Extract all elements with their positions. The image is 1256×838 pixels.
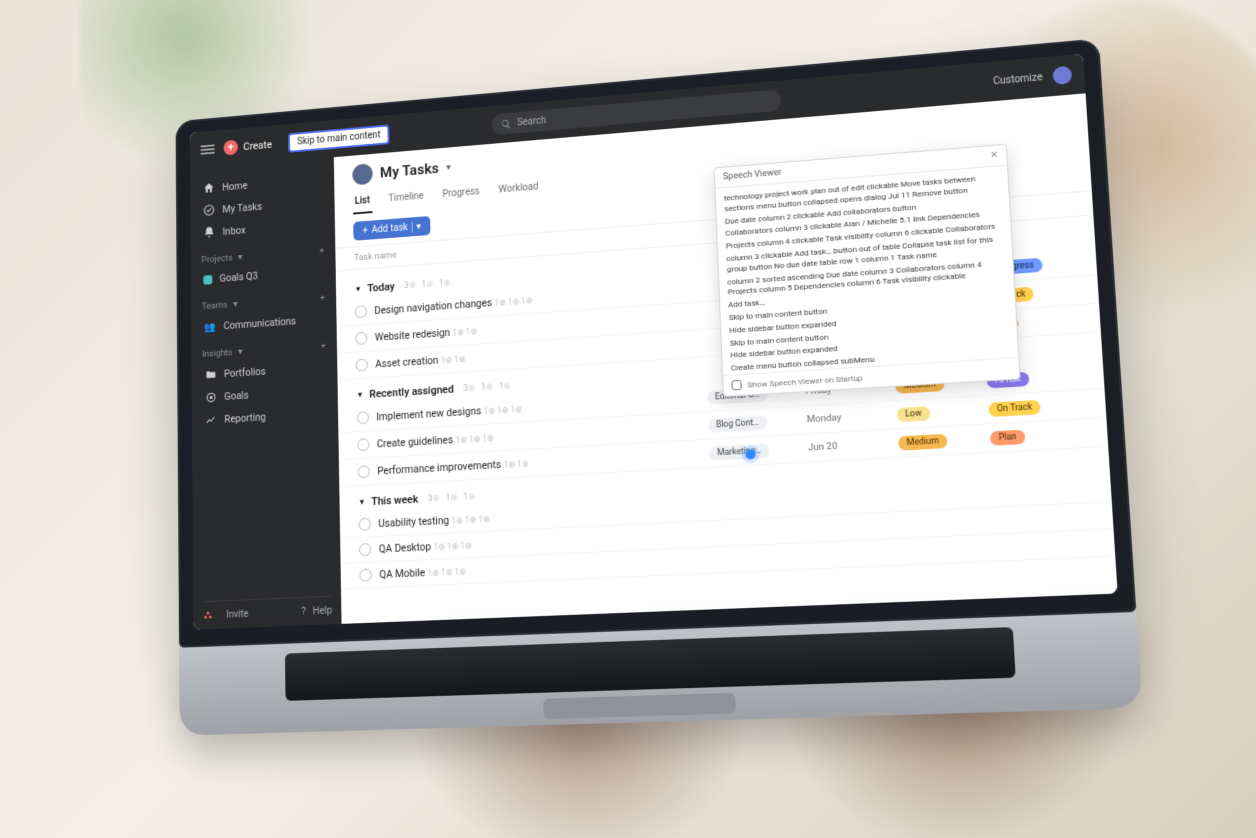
collapse-icon: ▼: [358, 498, 366, 507]
sidebar-item-label: Goals Q3: [219, 270, 257, 285]
hamburger-icon[interactable]: [200, 144, 214, 154]
task-project: [711, 503, 802, 507]
sidebar-item-label: My Tasks: [222, 200, 262, 215]
folder-icon: [204, 367, 217, 381]
complete-checkbox[interactable]: [355, 305, 367, 318]
project-color-swatch: [203, 274, 212, 284]
laptop: + Create Skip to main content Search Cus…: [176, 38, 1143, 735]
skip-to-main-content[interactable]: Skip to main content: [288, 124, 390, 152]
task-stage: [996, 543, 1092, 547]
search-icon: [501, 118, 512, 129]
complete-checkbox[interactable]: [359, 543, 371, 556]
complete-checkbox[interactable]: [358, 465, 370, 478]
section-title: Recently assigned: [369, 383, 454, 401]
team-icon: 👥: [204, 319, 217, 333]
sidebar-item-label: Inbox: [223, 223, 246, 237]
speech-viewer-footer-label: Show Speech Viewer on Startup: [747, 373, 862, 389]
collapse-icon: ▼: [356, 390, 364, 399]
task-due-date: Jun 20: [808, 438, 891, 454]
search-placeholder: Search: [517, 115, 546, 128]
tab-timeline[interactable]: Timeline: [386, 185, 426, 212]
profile-avatar[interactable]: [352, 163, 373, 185]
complete-checkbox[interactable]: [357, 438, 369, 451]
sidebar-item-label: Communications: [223, 314, 296, 331]
home-icon: [203, 181, 216, 195]
create-button[interactable]: + Create: [224, 137, 273, 156]
show-on-startup-checkbox[interactable]: [731, 380, 741, 391]
task-due-date: [812, 525, 894, 529]
bell-icon: [203, 225, 216, 239]
task-due-date: Monday: [807, 409, 889, 425]
complete-checkbox[interactable]: [356, 358, 368, 371]
asana-logo-icon: [202, 609, 213, 621]
sidebar: Home My Tasks Inbox Projects ▾ +: [190, 157, 342, 629]
chevron-down-icon[interactable]: ▾: [238, 252, 242, 263]
task-priority: Low: [897, 402, 981, 422]
section-title: This week: [371, 493, 418, 508]
help-icon: ?: [298, 606, 309, 618]
target-icon: [204, 390, 217, 404]
sidebar-item-label: Portfolios: [224, 365, 266, 380]
chart-icon: [204, 413, 217, 427]
help-button[interactable]: ? Help: [298, 605, 332, 618]
chevron-down-icon[interactable]: ▾: [446, 162, 451, 173]
complete-checkbox[interactable]: [359, 569, 371, 582]
sidebar-item-label: Reporting: [224, 410, 265, 425]
check-circle-icon: [203, 203, 216, 217]
sidebar-team-item[interactable]: 👥 Communications: [200, 307, 327, 338]
sidebar-item-label: Home: [222, 179, 247, 193]
section-title: Today: [367, 280, 395, 294]
speech-viewer-window[interactable]: Speech Viewer ✕ technology project work …: [714, 144, 1021, 397]
section-meta: 3⊕1⊕1⊕: [404, 278, 451, 291]
plus-icon: +: [363, 225, 368, 236]
sidebar-project-item[interactable]: Goals Q3: [200, 260, 327, 291]
complete-checkbox[interactable]: [355, 332, 367, 345]
customize-button[interactable]: Customize: [993, 72, 1043, 87]
screen-bezel: + Create Skip to main content Search Cus…: [176, 38, 1137, 647]
task-priority: [901, 494, 985, 498]
collapse-icon: ▼: [354, 285, 361, 294]
task-stage: [995, 516, 1091, 520]
chevron-down-icon[interactable]: ▾: [416, 221, 421, 232]
plus-icon: +: [224, 140, 238, 156]
add-insight-button[interactable]: +: [321, 341, 326, 352]
sidebar-item-label: Goals: [224, 388, 248, 402]
invite-button[interactable]: Invite: [226, 609, 248, 621]
section-meta: 3⊕1⊕1⊕: [428, 491, 476, 503]
task-priority: Medium: [898, 431, 982, 451]
sidebar-footer: Invite ? Help: [202, 596, 332, 622]
section-meta: 3⊕1⊕1⊕: [463, 381, 511, 394]
task-priority: [904, 548, 988, 552]
speech-viewer-title: Speech Viewer: [723, 168, 782, 182]
speech-viewer-log[interactable]: technology project work plan out of edit…: [716, 166, 1019, 375]
close-icon[interactable]: ✕: [990, 150, 998, 161]
page-title: My Tasks: [380, 160, 439, 182]
tab-list[interactable]: List: [353, 190, 372, 215]
chevron-down-icon[interactable]: ▾: [233, 299, 237, 310]
add-project-button[interactable]: +: [319, 246, 324, 257]
main-content: My Tasks ▾ List Timeline Progress Worklo…: [334, 93, 1118, 624]
task-priority: [903, 521, 987, 525]
task-due-date: [813, 552, 896, 556]
complete-checkbox[interactable]: [357, 411, 369, 424]
task-stage: [993, 489, 1089, 494]
complete-checkbox[interactable]: [359, 518, 371, 531]
chevron-down-icon[interactable]: ▾: [238, 347, 242, 358]
task-stage: On Track: [988, 396, 1084, 417]
add-task-button[interactable]: + Add task ▾: [353, 216, 430, 241]
app-screen: + Create Skip to main content Search Cus…: [190, 54, 1118, 630]
task-stage: Plan: [990, 425, 1087, 446]
tab-progress[interactable]: Progress: [440, 181, 482, 208]
add-team-button[interactable]: +: [320, 293, 325, 304]
tab-workload[interactable]: Workload: [496, 176, 540, 203]
task-project: [712, 529, 803, 533]
task-due-date: [811, 499, 893, 503]
user-avatar[interactable]: [1052, 66, 1072, 85]
create-label: Create: [243, 138, 272, 152]
task-project: [713, 556, 804, 560]
task-project: Blog Cont…: [708, 413, 799, 433]
